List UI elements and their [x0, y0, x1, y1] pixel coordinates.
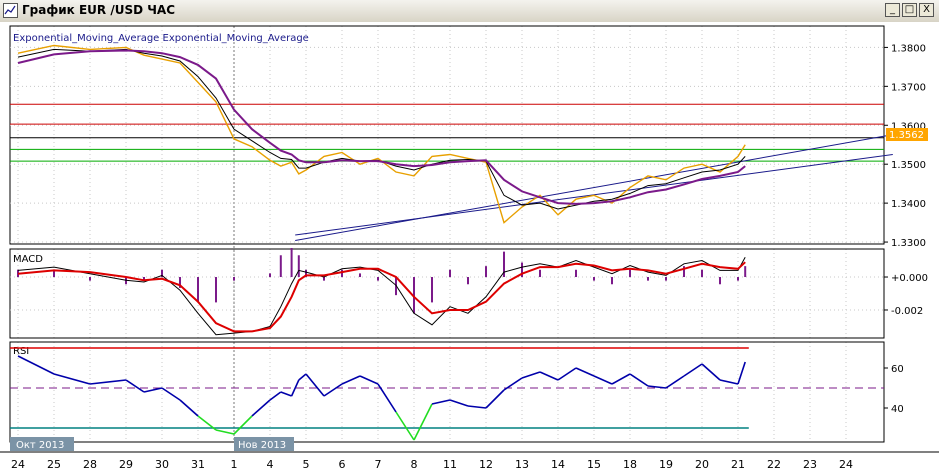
time-tick-label: 4: [267, 458, 274, 471]
time-tick-label: 24: [11, 458, 25, 471]
rsi-tick-label: 60: [891, 364, 904, 375]
price-panel-title: Exponential_Moving_Average Exponential_M…: [13, 33, 309, 44]
price-tick-label: 1.3700: [891, 82, 926, 93]
time-tick-label: 6: [339, 458, 346, 471]
minimize-button[interactable]: _: [885, 3, 900, 17]
time-tick-label: 24: [839, 458, 853, 471]
time-tick-label: 7: [375, 458, 382, 471]
maximize-button[interactable]: □: [902, 3, 917, 17]
time-tick-label: 22: [767, 458, 781, 471]
current-price-label: 1.3562: [889, 130, 924, 141]
price-tick-label: 1.3500: [891, 160, 926, 171]
time-tick-label: 18: [623, 458, 637, 471]
close-button[interactable]: X: [919, 3, 934, 17]
title-bar[interactable]: График EUR /USD ЧАС _ □ X: [0, 0, 939, 23]
time-tick-label: 29: [119, 458, 133, 471]
price-tick-label: 1.3800: [891, 43, 926, 54]
time-tick-label: 21: [731, 458, 745, 471]
chart-canvas[interactable]: Exponential_Moving_Average Exponential_M…: [0, 22, 939, 476]
time-tick-label: 19: [659, 458, 673, 471]
time-tick-label: 13: [515, 458, 529, 471]
time-tick-label: 5: [303, 458, 310, 471]
time-tick-label: 14: [551, 458, 565, 471]
time-tick-label: 23: [803, 458, 817, 471]
macd-tick-label: -0.002: [891, 306, 923, 317]
price-tick-label: 1.3400: [891, 199, 926, 210]
time-tick-label: 28: [83, 458, 97, 471]
time-tick-label: 25: [47, 458, 61, 471]
rsi-tick-label: 40: [891, 404, 904, 415]
time-tick-label: 1: [231, 458, 238, 471]
month-label-oct: Окт 2013: [16, 440, 64, 451]
time-tick-label: 11: [443, 458, 457, 471]
chart-window: График EUR /USD ЧАС _ □ X Exponential_Mo…: [0, 0, 939, 476]
price-tick-label: 1.3300: [891, 238, 926, 249]
macd-panel-title: MACD: [13, 254, 43, 265]
window-title: График EUR /USD ЧАС: [22, 3, 176, 17]
time-tick-label: 15: [587, 458, 601, 471]
chart-window-icon: [3, 3, 18, 18]
time-tick-label: 31: [191, 458, 205, 471]
time-tick-label: 12: [479, 458, 493, 471]
time-tick-label: 8: [411, 458, 418, 471]
macd-tick-label: +0.000: [891, 273, 928, 284]
month-label-nov: Нов 2013: [238, 440, 286, 451]
time-tick-label: 30: [155, 458, 169, 471]
time-tick-label: 20: [695, 458, 709, 471]
